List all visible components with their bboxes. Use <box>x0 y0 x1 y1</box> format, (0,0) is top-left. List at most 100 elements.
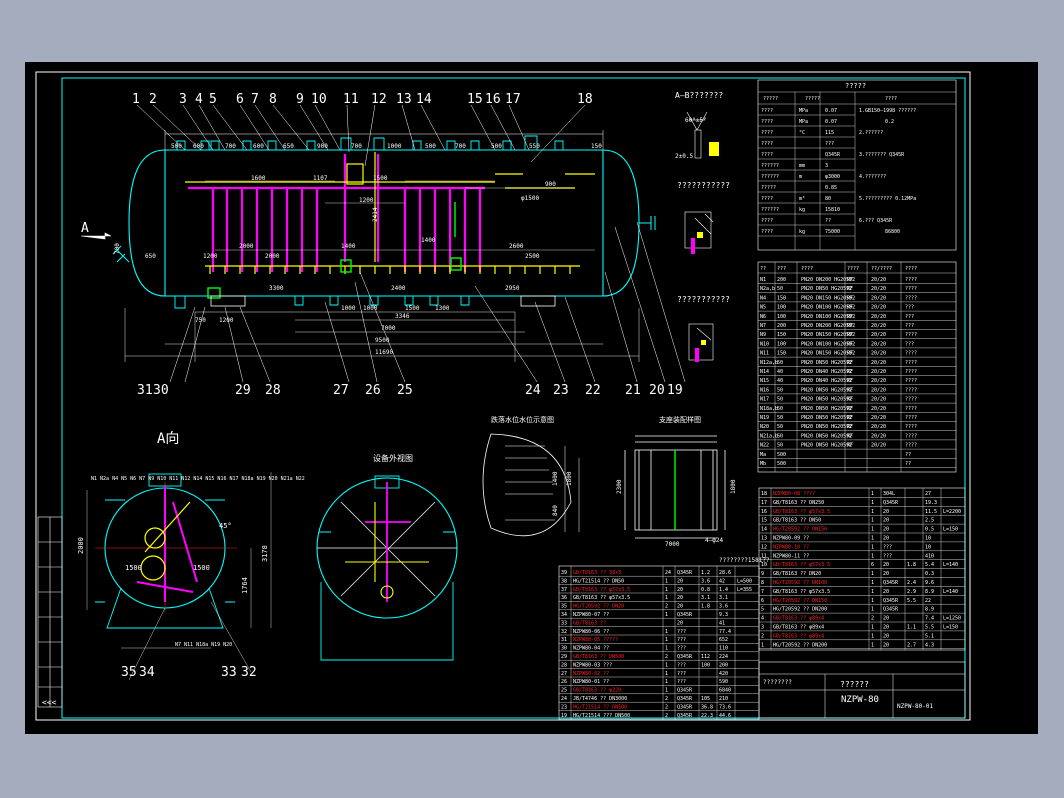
nozzle-cell: 20/20 <box>871 332 886 338</box>
nozzle-cell: RF <box>847 397 853 403</box>
bom-cell: 1 <box>665 629 668 635</box>
weld-label-2: ??????????? <box>677 295 730 304</box>
title-model: NZPW-80 <box>841 695 879 705</box>
nozzle-cell: ???? <box>905 378 917 384</box>
column-header: ???? <box>885 96 897 102</box>
dimension-text: 650 <box>283 143 294 150</box>
cell: ???? <box>761 229 773 235</box>
balloon-number: 8 <box>269 92 277 107</box>
bom-cell: JB/T4746 ?? DN3000 <box>573 696 627 702</box>
dimension-text: 1500 <box>373 175 388 182</box>
nozzle-cell: RF <box>847 305 853 311</box>
bom-cell: GB/T8163 ?? φ57x3.5 <box>773 589 830 595</box>
bom-cell: NZPW80-01 ?? <box>573 679 609 685</box>
bom-cell: 20 <box>883 625 889 631</box>
svg-text:45°: 45° <box>219 522 232 530</box>
nozzle-cell: ???? <box>905 443 917 449</box>
svg-text:2±0.5: 2±0.5 <box>675 153 693 160</box>
bom-cell: 28.6 <box>719 570 731 576</box>
nozzle-cell: N12a,b <box>760 360 778 366</box>
note-text: 2.?????? <box>859 130 883 136</box>
balloon-number: 7 <box>251 92 259 107</box>
dimension-text: 1000 <box>363 305 378 312</box>
bom-cell: 20 <box>883 616 889 622</box>
nozzle-cell: 20/20 <box>871 424 886 430</box>
nozzle-cell: N9 <box>760 332 766 338</box>
nozzle-cell: 50 <box>777 397 783 403</box>
bom-cell: L=150 <box>943 625 958 631</box>
bom-cell: 11.5 <box>925 509 937 515</box>
bom-cell: GB/T8163 ?? φ57x3.5 <box>773 562 830 568</box>
bom-cell: 10 <box>925 544 931 550</box>
cell: kg <box>799 229 805 235</box>
svg-text:60°±5°: 60°±5° <box>685 117 707 124</box>
nozzle-cell: 20/20 <box>871 351 886 357</box>
nozzle-cell: PN20 DN50 HG20592 <box>801 387 852 393</box>
dimension-text: 500 <box>171 143 182 150</box>
cell: ?? <box>825 218 831 224</box>
nozzle-cell: 50 <box>777 415 783 421</box>
bom-cell: 1 <box>871 571 874 577</box>
bom-cell: 10 <box>925 536 931 542</box>
title-block[interactable]: ?????? NZPW-80 NZPW-80-01 ???????? <box>758 661 966 719</box>
dimension-text: 11690 <box>375 349 393 356</box>
balloon-number: 20 <box>649 383 665 398</box>
bom-cell: 2.5 <box>925 518 934 524</box>
bom-cell: L=140 <box>943 589 958 595</box>
cell: 0.85 <box>825 185 837 191</box>
bom-table-right[interactable]: 18 NZPW80-08 ???? 1 304L 2717 GB/T8163 ?? DN2… <box>758 487 966 651</box>
svg-text:2300: 2300 <box>616 479 623 494</box>
cell: ?????? <box>761 163 779 169</box>
bom-cell: 652 <box>719 637 728 643</box>
nozzle-cell: RF <box>847 433 853 439</box>
bom-table-left[interactable]: 39 GB/T8163 ?? 38x3 24 Q345R 1.2 28.6 38 HG/T21… <box>558 565 760 721</box>
cell: 0.07 <box>825 119 837 125</box>
bom-cell: 112 <box>701 654 710 660</box>
cell: m³ <box>799 196 805 202</box>
nozzle-cell: ???? <box>905 406 917 412</box>
dimension-text: 550 <box>529 143 540 150</box>
bom-cell: HG/T20592 ?? DN100 <box>773 580 827 586</box>
cad-drawing[interactable]: <<< 500 600 700 600 650 900 700 1000 500 700 500 55… <box>25 62 1038 734</box>
bom-cell: 1.8 <box>907 562 916 568</box>
nozzle-cell: RF <box>847 387 853 393</box>
nozzle-table[interactable]: ????????????? ??/???? ????N1 200 PN20 DN200 … <box>757 261 957 473</box>
cell: 75000 <box>825 229 840 235</box>
bom-cell: 0.3 <box>925 571 934 577</box>
bom-cell: 304L <box>883 491 895 497</box>
svg-text:1800: 1800 <box>730 479 737 494</box>
bom-cell: 2 <box>761 633 764 639</box>
cell: 15810 <box>825 207 840 213</box>
bom-cell: 19 <box>561 713 567 719</box>
bom-cell: 20 <box>677 604 683 610</box>
nozzle-cell: PN20 DN50 HG20592 <box>801 415 852 421</box>
bom-cell: 2 <box>665 704 668 710</box>
bom-cell: 100 <box>701 662 710 668</box>
svg-text:1800: 1800 <box>566 471 573 486</box>
bom-cell: 210 <box>719 696 728 702</box>
dimension-text: 2400 <box>391 285 406 292</box>
bom-cell: 25 <box>561 688 567 694</box>
nozzle-cell: N22 <box>760 443 769 449</box>
nozzle-cell: PN20 DN50 HG20592 <box>801 433 852 439</box>
support-label: 支座装配样图 <box>659 415 701 424</box>
balloon-number: 18 <box>577 92 593 107</box>
water-level-label: 跌落水位水位示意图 <box>491 415 554 424</box>
dimension-text: 9500 <box>375 337 390 344</box>
dimension-text: 1000 <box>387 143 402 150</box>
note-text: 3.??????? Q345R <box>859 152 905 158</box>
bom-cell: 3.1 <box>701 595 710 601</box>
cell: 0.07 <box>825 108 837 114</box>
nozzle-cell: 20/20 <box>871 397 886 403</box>
bom-cell: 77.4 <box>719 629 731 635</box>
bom-cell: L=2200 <box>943 509 961 515</box>
design-data-table[interactable]: ??????????????????????? MPa 0.07???? MPa 0.0… <box>757 79 957 251</box>
nozzle-cell: 100 <box>777 314 786 320</box>
bom-cell: 9 <box>761 571 764 577</box>
drawing-sheet: <<< 500 600 700 600 650 900 700 1000 500 700 500 55… <box>25 62 1038 734</box>
nozzle-cell: 150 <box>777 332 786 338</box>
bom-cell: 20 <box>883 642 889 648</box>
title-drawing-no: NZPW-80-01 <box>897 703 934 710</box>
dimension-text: 900 <box>545 181 556 188</box>
nozzle-cell: 200 <box>777 277 786 283</box>
